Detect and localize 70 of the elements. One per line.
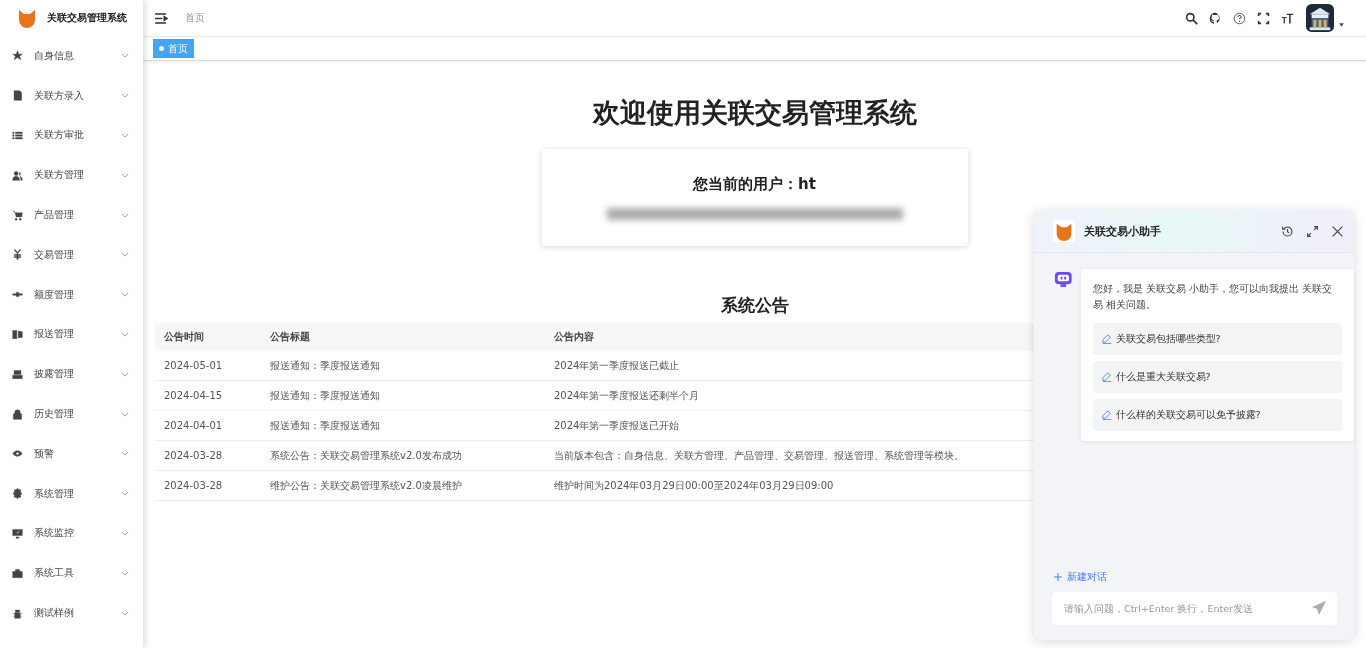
menu-item-icon: [12, 130, 23, 141]
pen-icon: [1101, 334, 1112, 344]
table-cell: 2024-03-28: [155, 470, 261, 501]
octocat-icon[interactable]: [1209, 11, 1222, 25]
logo-icon: [1053, 220, 1075, 242]
bank-avatar-icon[interactable]: [1306, 4, 1334, 32]
app-title: 关联交易管理系统: [47, 11, 127, 25]
sidebar-item[interactable]: 自身信息: [0, 36, 143, 76]
menu-item-icon: [12, 249, 23, 261]
new-chat-button[interactable]: 新建对话: [1054, 570, 1107, 584]
help-icon[interactable]: [1233, 11, 1246, 25]
sidebar-item[interactable]: 披露管理: [0, 354, 143, 395]
sidebar-item[interactable]: 测试样例: [0, 593, 143, 633]
font-size-icon[interactable]: [1281, 11, 1294, 25]
column-header: 公告标题: [261, 323, 545, 351]
sidebar-item[interactable]: 产品管理: [0, 195, 143, 235]
menu-item-icon: [12, 50, 23, 62]
column-header: 公告时间: [155, 323, 261, 351]
table-cell: 系统公告：关联交易管理系统v2.0发布成功: [261, 440, 545, 471]
current-user: 您当前的用户：ht: [693, 175, 816, 194]
expand-icon[interactable]: [1306, 224, 1319, 238]
menu-item-icon: [12, 448, 23, 460]
table-cell: 报送通知：季度报送通知: [261, 351, 545, 381]
caret-icon[interactable]: [1339, 23, 1344, 27]
menu-item-icon: [12, 567, 23, 579]
table-cell: 2024-03-28: [155, 440, 261, 471]
sidebar-item[interactable]: 系统工具: [0, 553, 143, 594]
suggested-question[interactable]: 什么是重大关联交易?: [1092, 361, 1342, 393]
question-input[interactable]: 请输入问题，Ctrl+Enter 换行，Enter发送: [1052, 592, 1337, 625]
pen-icon: [1101, 410, 1112, 420]
robot-icon: [1054, 271, 1073, 288]
table-cell: 2024-05-01: [155, 351, 261, 381]
announcements-title: 系统公告: [720, 294, 789, 317]
menu-icon[interactable]: [155, 12, 168, 24]
search-icon[interactable]: [1185, 11, 1198, 25]
sidebar-item[interactable]: 报送管理: [0, 314, 143, 355]
greeting-text: 您好，我是 关联交易 小助手，您可以向我提出 关联交易 相关问题。: [1092, 282, 1334, 312]
table-cell: 2024-04-15: [155, 380, 261, 411]
sidebar-item[interactable]: 额度管理: [0, 274, 143, 315]
table-cell: 报送通知：季度报送通知: [261, 380, 545, 411]
sidebar-item[interactable]: 交易管理: [0, 235, 143, 275]
menu-item-icon: [12, 527, 23, 539]
menu-item-icon: [12, 607, 23, 619]
sidebar-item[interactable]: 关联方管理: [0, 155, 143, 196]
table-cell: 报送通知：季度报送通知: [261, 410, 545, 441]
plus-icon: [1054, 573, 1062, 581]
menu-item-icon: [12, 488, 23, 500]
pen-icon: [1101, 372, 1112, 382]
sidebar-item[interactable]: 历史管理: [0, 394, 143, 434]
menu-item-icon: [12, 408, 23, 420]
fullscreen-icon[interactable]: [1257, 11, 1270, 25]
sidebar-item[interactable]: 系统监控: [0, 513, 143, 554]
menu-item-icon: [12, 328, 23, 340]
sidebar-item[interactable]: 关联方审批: [0, 115, 143, 156]
close-icon[interactable]: [1331, 224, 1344, 238]
sidebar-item[interactable]: 预警: [0, 433, 143, 474]
menu-item-icon: [12, 169, 23, 181]
table-cell: 维护公告：关联交易管理系统v2.0凌晨维护: [261, 470, 545, 501]
menu-item-icon: [12, 368, 23, 380]
table-cell: 2024-04-01: [155, 410, 261, 441]
welcome-heading: 欢迎使用关联交易管理系统: [592, 96, 917, 130]
menu-item-icon: [12, 90, 23, 102]
sidebar-item[interactable]: 系统管理: [0, 473, 143, 514]
suggested-question[interactable]: 什么样的关联交易可以免予披露?: [1092, 399, 1342, 431]
logo-icon: [17, 8, 37, 28]
menu-item-icon: [12, 209, 23, 221]
history-icon[interactable]: [1281, 224, 1294, 238]
suggested-question[interactable]: 关联交易包括哪些类型?: [1092, 323, 1342, 355]
sidebar-item[interactable]: 关联方录入: [0, 75, 143, 116]
assistant-title: 关联交易小助手: [1084, 223, 1161, 239]
